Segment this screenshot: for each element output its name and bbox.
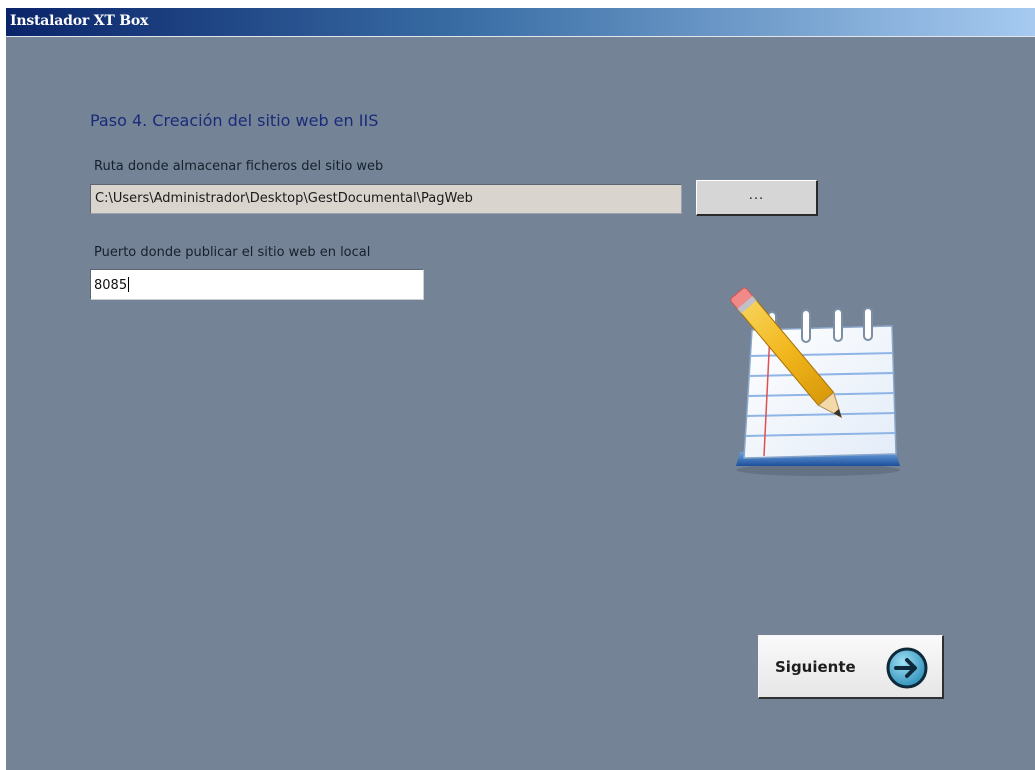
port-value: 8085 (94, 278, 128, 293)
title-bar[interactable]: Instalador XT Box (6, 8, 1035, 37)
next-button[interactable]: Siguiente (758, 635, 944, 699)
port-input[interactable]: 8085 (90, 269, 424, 300)
installer-window: Instalador XT Box Paso 4. Creación del s… (6, 8, 1035, 770)
next-button-label: Siguiente (775, 658, 856, 676)
text-caret (128, 277, 130, 292)
path-value: C:\Users\Administrador\Desktop\GestDocum… (95, 191, 473, 206)
step-title: Paso 4. Creación del sitio web en IIS (90, 111, 379, 130)
browse-button[interactable]: ... (696, 180, 818, 216)
notepad-pencil-icon (730, 287, 900, 476)
path-field: C:\Users\Administrador\Desktop\GestDocum… (90, 184, 682, 214)
port-label: Puerto donde publicar el sitio web en lo… (94, 245, 371, 260)
arrow-right-circle-icon (886, 647, 928, 689)
path-label: Ruta donde almacenar ficheros del sitio … (94, 159, 384, 174)
window-title: Instalador XT Box (10, 13, 149, 29)
